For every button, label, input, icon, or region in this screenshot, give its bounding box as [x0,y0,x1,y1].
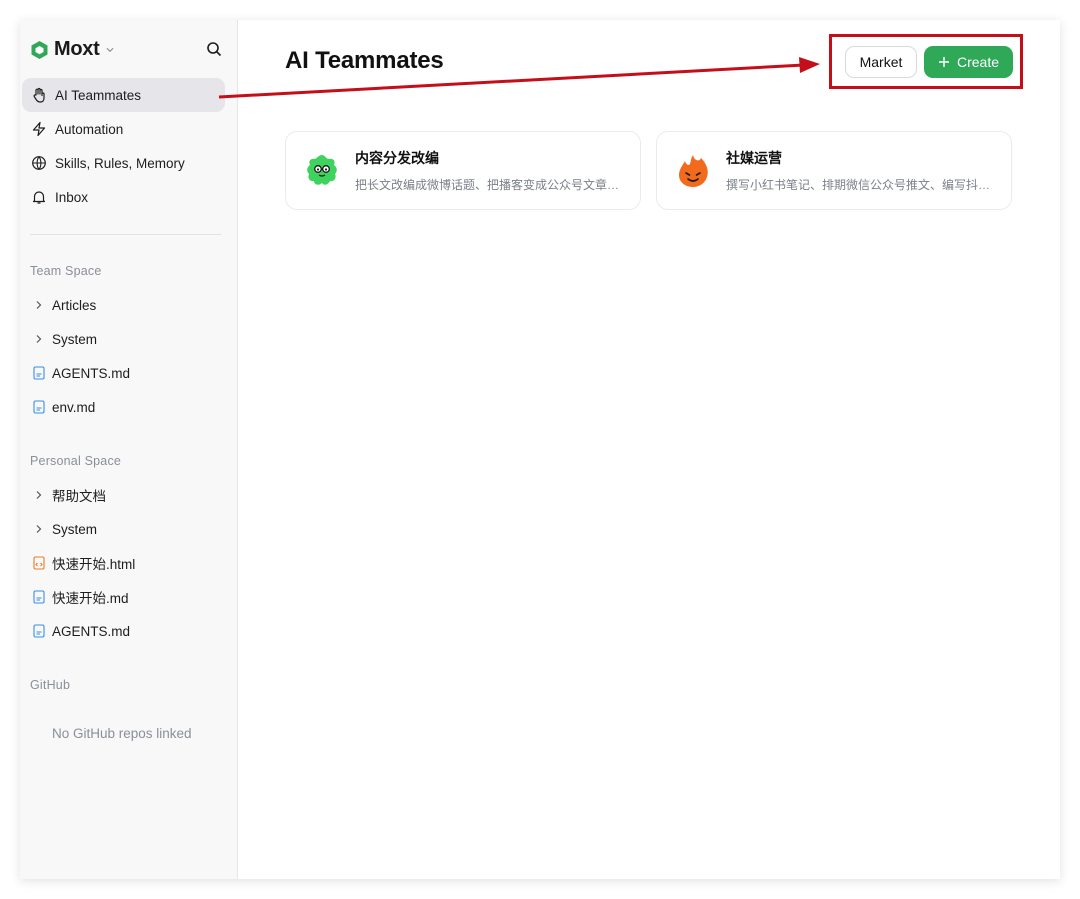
teammate-card-content-adaptation[interactable]: 内容分发改编 把长文改编成微博话题、把播客变成公众号文章… [285,131,641,210]
plus-icon [938,56,950,68]
tree-item-label: env.md [52,399,96,415]
personal-space-title: Personal Space [30,454,122,468]
chevron-right-icon [32,522,46,536]
card-title: 社媒运营 [726,150,782,166]
tree-item-label: Articles [52,297,97,313]
nav-item-inbox[interactable]: Inbox [22,180,225,214]
chevron-right-icon [32,488,46,502]
sidebar: Moxt AI Teammates Automation Skills, Rul… [20,20,238,879]
tree-item-agents-md[interactable]: AGENTS.md [22,614,225,648]
markdown-file-icon [32,366,46,380]
moxt-logo-icon [30,40,49,60]
market-button[interactable]: Market [845,46,917,78]
green-blob-avatar-icon [303,152,341,190]
nav-label: Skills, Rules, Memory [55,155,185,171]
tree-item-label: System [52,521,98,537]
chevron-down-icon [106,46,114,54]
markdown-file-icon [32,400,46,414]
tree-item-help-docs[interactable]: 帮助文档 [22,478,225,512]
tree-item-label: 快速开始.md [52,591,129,606]
tree-item-quickstart-md[interactable]: 快速开始.md [22,580,225,614]
lightning-icon [31,121,47,137]
nav-item-ai-teammates[interactable]: AI Teammates [22,78,225,112]
hand-icon [31,87,47,103]
nav-item-automation[interactable]: Automation [22,112,225,146]
page-title: AI Teammates [285,47,444,74]
orange-flame-avatar-icon [674,152,712,190]
card-title: 内容分发改编 [355,150,439,166]
chevron-right-icon [32,332,46,346]
primary-nav: AI Teammates Automation Skills, Rules, M… [22,78,225,214]
team-space-title: Team Space [30,264,102,278]
tree-item-label: AGENTS.md [52,365,131,381]
nav-label: Inbox [55,189,89,205]
markdown-file-icon [32,624,46,638]
nav-label: Automation [55,121,124,137]
main-content: AI Teammates Market Create 内容分发改编 把长文改编成… [238,20,1060,879]
globe-icon [31,155,47,171]
github-empty-note: No GitHub repos linked [52,726,192,741]
tree-item-label: 帮助文档 [52,489,106,504]
app-name: Moxt [54,38,100,60]
tree-item-label: 快速开始.html [52,557,136,572]
nav-label: AI Teammates [55,87,142,103]
bell-icon [31,189,47,205]
search-icon[interactable] [204,39,224,59]
github-title: GitHub [30,678,71,692]
teammate-card-social-media[interactable]: 社媒运营 撰写小红书笔记、排期微信公众号推文、编写抖… [656,131,1012,210]
brand-switcher[interactable]: Moxt [30,38,114,61]
tree-item-quickstart-html[interactable]: 快速开始.html [22,546,225,580]
app-window: Moxt AI Teammates Automation Skills, Rul… [20,20,1060,879]
html-file-icon [32,556,46,570]
card-description: 撰写小红书笔记、排期微信公众号推文、编写抖… [726,178,991,192]
tree-item-system[interactable]: System [22,322,225,356]
tree-item-label: System [52,331,98,347]
sidebar-divider [30,234,221,235]
personal-space-tree: 帮助文档 System 快速开始.html 快速开始.md AGENTS.md [22,478,225,648]
team-space-tree: Articles System AGENTS.md env.md [22,288,225,424]
chevron-right-icon [32,298,46,312]
nav-item-skills-rules-memory[interactable]: Skills, Rules, Memory [22,146,225,180]
create-button-label: Create [956,54,1000,70]
tree-item-agents-md[interactable]: AGENTS.md [22,356,225,390]
tree-item-articles[interactable]: Articles [22,288,225,322]
tree-item-system[interactable]: System [22,512,225,546]
tree-item-env-md[interactable]: env.md [22,390,225,424]
markdown-file-icon [32,590,46,604]
tree-item-label: AGENTS.md [52,623,131,639]
create-button[interactable]: Create [924,46,1013,78]
card-description: 把长文改编成微博话题、把播客变成公众号文章… [355,178,620,192]
